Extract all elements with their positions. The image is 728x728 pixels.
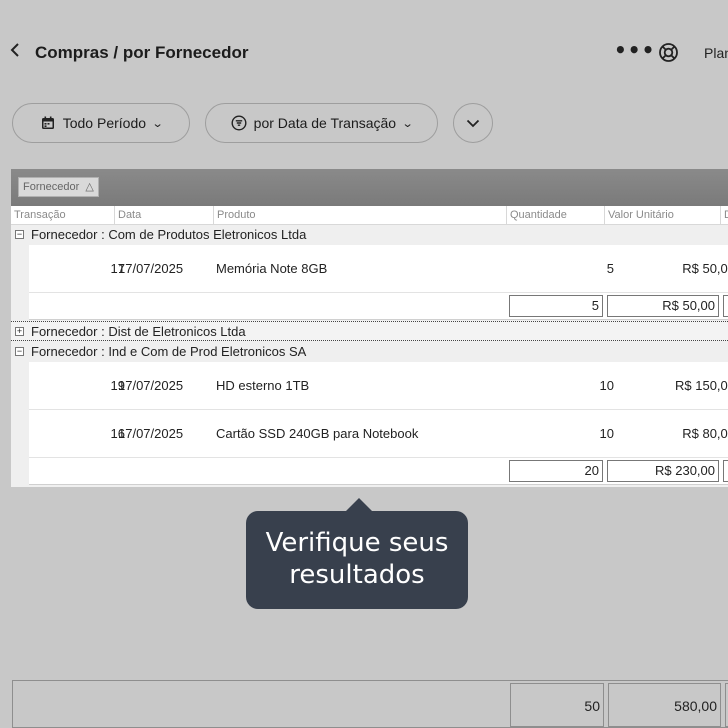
table-row[interactable]: 17 17/07/2025 Memória Note 8GB 5 R$ 50,0… bbox=[29, 245, 728, 293]
period-filter-button[interactable]: Todo Período ⌄ bbox=[12, 103, 190, 143]
cell-quantidade: 5 bbox=[606, 261, 614, 276]
plan-link[interactable]: Plan bbox=[704, 45, 728, 61]
expand-icon[interactable]: + bbox=[15, 327, 24, 336]
period-filter-label: Todo Período bbox=[62, 115, 147, 131]
cell-valor-unitario: R$ 80,00 bbox=[682, 426, 728, 441]
group-tag-fornecedor[interactable]: Fornecedor △ bbox=[18, 177, 99, 197]
group-row[interactable]: + Fornecedor : Dist de Eletronicos Ltda bbox=[11, 321, 728, 341]
group-by-panel: Fornecedor △ bbox=[11, 169, 728, 206]
filter-list-icon bbox=[231, 115, 247, 131]
group-row[interactable]: − Fornecedor : Ind e Com de Prod Eletron… bbox=[11, 342, 728, 362]
chevron-down-icon bbox=[466, 119, 480, 127]
tooltip-line-2: resultados bbox=[289, 560, 425, 590]
column-header-data[interactable]: Data bbox=[114, 206, 213, 225]
cell-quantidade: 10 bbox=[599, 426, 614, 441]
chevron-down-icon: ⌄ bbox=[151, 117, 164, 130]
collapse-icon[interactable]: − bbox=[15, 230, 24, 239]
cell-produto: HD esterno 1TB bbox=[216, 378, 310, 393]
group-sum-valor: R$ 50,00 bbox=[607, 295, 719, 317]
back-button[interactable] bbox=[10, 42, 28, 64]
group-sum-valor: R$ 230,00 bbox=[607, 460, 719, 482]
cell-produto: Memória Note 8GB bbox=[216, 261, 328, 276]
group-label: Fornecedor : Ind e Com de Prod Eletronic… bbox=[31, 344, 307, 359]
cell-transacao: 19 bbox=[110, 378, 125, 393]
group-label: Fornecedor : Com de Produtos Eletronicos… bbox=[31, 227, 307, 242]
group-label: Fornecedor : Dist de Eletronicos Ltda bbox=[31, 324, 246, 339]
group-summary-row: 20 R$ 230,00 bbox=[29, 458, 728, 485]
group-indent bbox=[11, 245, 29, 320]
totals-footer: 50 580,00 bbox=[12, 680, 728, 728]
group-sum-quantidade: 5 bbox=[509, 295, 603, 317]
total-valor: 580,00 bbox=[608, 683, 721, 727]
column-header-valor-unitario[interactable]: Valor Unitário bbox=[604, 206, 720, 225]
chevron-down-icon: ⌄ bbox=[401, 117, 414, 130]
expand-filters-button[interactable] bbox=[453, 103, 493, 143]
sort-ascending-icon: △ bbox=[85, 181, 94, 193]
cell-produto: Cartão SSD 240GB para Notebook bbox=[216, 426, 419, 441]
calendar-icon bbox=[41, 116, 54, 129]
cell-valor-unitario: R$ 150,00 bbox=[675, 378, 728, 393]
column-header-row: Transação Data Produto Quantidade Valor … bbox=[11, 206, 728, 225]
sort-filter-button[interactable]: por Data de Transação ⌄ bbox=[205, 103, 438, 143]
cell-quantidade: 10 bbox=[599, 378, 614, 393]
tooltip-line-1: Verifique seus bbox=[265, 528, 449, 558]
column-header-quantidade[interactable]: Quantidade bbox=[506, 206, 604, 225]
more-dots-icon: ••• bbox=[614, 38, 656, 62]
lifebuoy-icon bbox=[659, 43, 678, 62]
group-row[interactable]: − Fornecedor : Com de Produtos Eletronic… bbox=[11, 225, 728, 245]
cell-data: 17/07/2025 bbox=[118, 426, 184, 441]
more-options-button[interactable]: ••• bbox=[614, 38, 655, 62]
column-header-transacao[interactable]: Transação bbox=[11, 206, 114, 225]
help-button[interactable] bbox=[658, 42, 679, 63]
group-sum-quantidade: 20 bbox=[509, 460, 603, 482]
cell-transacao: 17 bbox=[110, 261, 125, 276]
group-indent bbox=[11, 362, 29, 487]
sort-filter-label: por Data de Transação bbox=[253, 115, 397, 131]
tooltip-arrow bbox=[346, 498, 372, 511]
column-header-d[interactable]: D bbox=[720, 206, 728, 225]
chevron-left-icon bbox=[10, 43, 19, 57]
cell-data: 17/07/2025 bbox=[118, 261, 184, 276]
tooltip: Verifique seus resultados bbox=[246, 511, 468, 609]
report-grid: Fornecedor △ Transação Data Produto Quan… bbox=[11, 169, 728, 487]
column-header-produto[interactable]: Produto bbox=[213, 206, 506, 225]
group-sum-edge bbox=[723, 295, 728, 317]
total-quantidade: 50 bbox=[510, 683, 604, 727]
cell-valor-unitario: R$ 50,00 bbox=[682, 261, 728, 276]
cell-data: 17/07/2025 bbox=[118, 378, 184, 393]
table-row[interactable]: 16 17/07/2025 Cartão SSD 240GB para Note… bbox=[29, 410, 728, 458]
cell-transacao: 16 bbox=[110, 426, 125, 441]
table-row[interactable]: 19 17/07/2025 HD esterno 1TB 10 R$ 150,0… bbox=[29, 362, 728, 410]
group-sum-edge bbox=[723, 460, 728, 482]
collapse-icon[interactable]: − bbox=[15, 347, 24, 356]
group-summary-row: 5 R$ 50,00 bbox=[29, 293, 728, 320]
page-title: Compras / por Fornecedor bbox=[35, 43, 249, 62]
group-tag-label: Fornecedor bbox=[23, 181, 80, 193]
